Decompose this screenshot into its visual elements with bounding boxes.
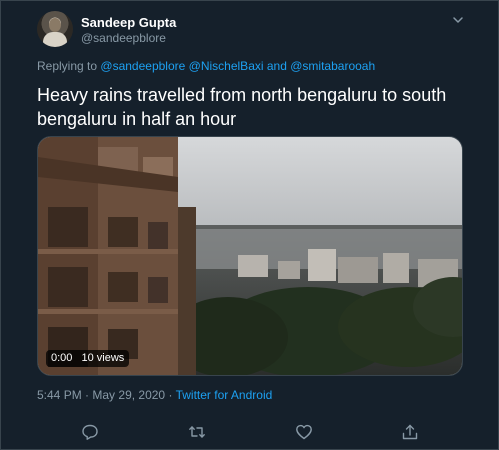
author-handle[interactable]: @sandeepblore bbox=[81, 31, 166, 45]
replying-to: Replying to @sandeepblore @NischelBaxi a… bbox=[37, 59, 375, 73]
video-badge: 0:00 10 views bbox=[46, 350, 130, 367]
replying-prefix: Replying to bbox=[37, 59, 98, 73]
video-player[interactable]: 0:00 10 views bbox=[37, 136, 463, 376]
mention-link[interactable]: @NischelBaxi bbox=[189, 59, 264, 73]
video-views: 10 views bbox=[81, 352, 125, 364]
mention-link[interactable]: @smitabarooah bbox=[290, 59, 375, 73]
tweet-text: Heavy rains travelled from north bengalu… bbox=[37, 85, 447, 129]
share-icon[interactable] bbox=[401, 423, 419, 441]
tweet-card: Sandeep Gupta @sandeepblore Replying to … bbox=[0, 0, 499, 450]
action-bar bbox=[1, 413, 499, 449]
avatar-face bbox=[49, 18, 61, 32]
meta-separator: · bbox=[168, 388, 173, 402]
reply-icon[interactable] bbox=[81, 423, 99, 441]
mention-conjunction: and bbox=[266, 59, 287, 73]
tweet-date[interactable]: May 29, 2020 bbox=[92, 388, 165, 402]
tweet-time[interactable]: 5:44 PM bbox=[37, 388, 82, 402]
chevron-down-icon[interactable] bbox=[451, 13, 465, 27]
tweet-source[interactable]: Twitter for Android bbox=[176, 388, 273, 402]
avatar-figure bbox=[43, 32, 67, 47]
retweet-icon[interactable] bbox=[188, 423, 206, 441]
video-duration: 0:00 bbox=[51, 352, 73, 364]
meta-separator: · bbox=[85, 388, 90, 402]
video-thumbnail bbox=[38, 137, 462, 375]
avatar[interactable] bbox=[37, 11, 73, 47]
author-name[interactable]: Sandeep Gupta bbox=[81, 15, 176, 30]
heart-icon[interactable] bbox=[295, 423, 313, 441]
mention-link[interactable]: @sandeepblore bbox=[100, 59, 185, 73]
tweet-meta: 5:44 PM · May 29, 2020 · Twitter for And… bbox=[37, 388, 272, 402]
